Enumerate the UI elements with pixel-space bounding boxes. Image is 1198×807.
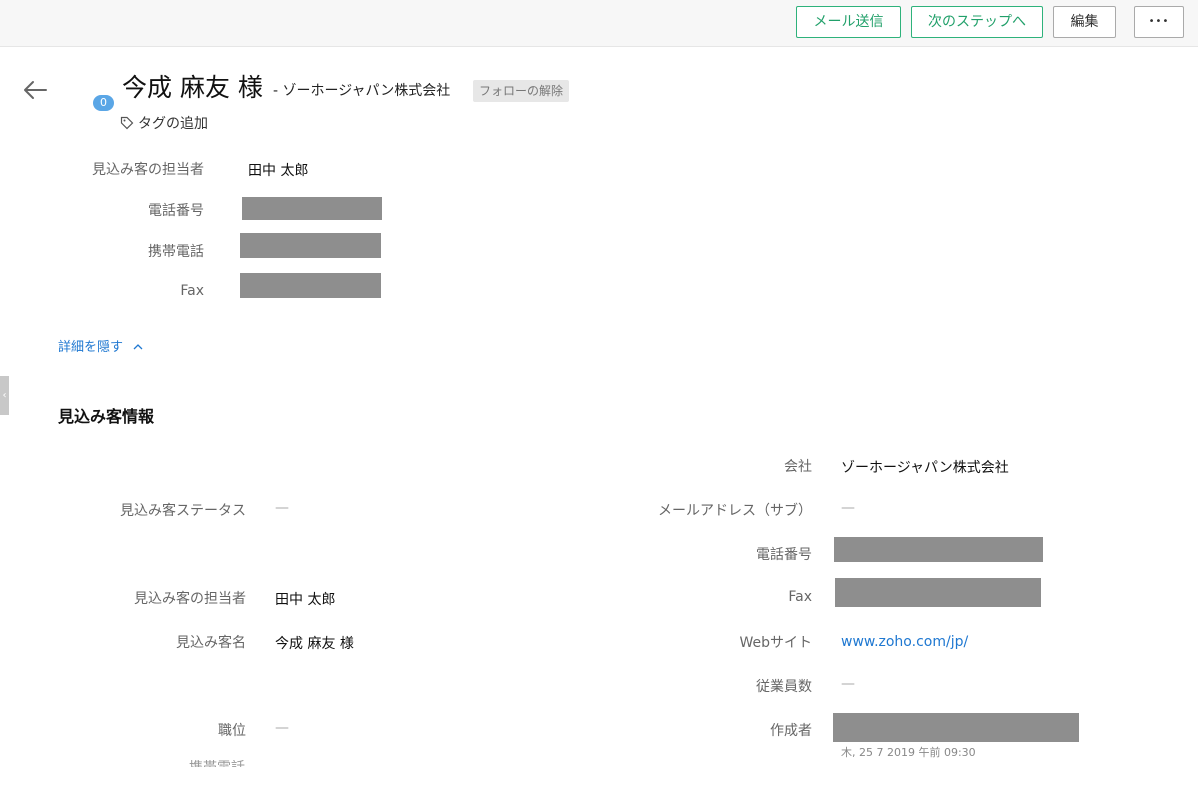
top-toolbar: メール送信 次のステップへ 編集 ••• bbox=[0, 0, 1198, 47]
mobile-label-cutoff: 携帯電話 bbox=[189, 760, 245, 767]
created-by-redacted bbox=[833, 713, 1079, 742]
website-label: Webサイト bbox=[739, 635, 812, 651]
activity-count-badge: 0 bbox=[93, 95, 114, 111]
employees-label: 従業員数 bbox=[756, 679, 812, 695]
secondary-email-value: — bbox=[841, 500, 855, 516]
fax-label: Fax bbox=[788, 589, 812, 605]
back-arrow-icon[interactable] bbox=[22, 78, 48, 102]
created-by-label: 作成者 bbox=[770, 723, 812, 739]
lead-company-subtitle: - ゾーホージャパン株式会社 bbox=[273, 83, 451, 99]
secondary-email-label: メールアドレス（サブ） bbox=[658, 503, 812, 519]
hide-details-link[interactable]: 詳細を隠す bbox=[58, 336, 143, 355]
summary-owner-value: 田中 太郎 bbox=[248, 163, 309, 179]
send-email-button[interactable]: メール送信 bbox=[796, 6, 901, 38]
lead-status-label: 見込み客ステータス bbox=[120, 503, 246, 519]
summary-phone-redacted bbox=[242, 197, 382, 220]
edit-button[interactable]: 編集 bbox=[1053, 6, 1116, 38]
summary-fax-redacted bbox=[240, 273, 381, 298]
job-title-value: — bbox=[275, 720, 289, 736]
hide-details-label: 詳細を隠す bbox=[58, 340, 124, 355]
summary-fax-label: Fax bbox=[180, 283, 204, 299]
job-title-label: 職位 bbox=[218, 723, 246, 739]
company-value: ゾーホージャパン株式会社 bbox=[841, 460, 1009, 476]
section-title-lead-info: 見込み客情報 bbox=[58, 407, 155, 426]
tag-icon bbox=[120, 116, 138, 132]
unfollow-button[interactable]: フォローの解除 bbox=[473, 80, 570, 102]
chevron-up-icon bbox=[123, 340, 143, 355]
lead-owner-label: 見込み客の担当者 bbox=[134, 591, 246, 607]
company-label: 会社 bbox=[784, 459, 812, 475]
summary-mobile-redacted bbox=[240, 233, 381, 258]
lead-name-label: 見込み客名 bbox=[176, 635, 246, 651]
summary-phone-label: 電話番号 bbox=[148, 203, 204, 219]
summary-owner-label: 見込み客の担当者 bbox=[92, 162, 204, 178]
employees-value: — bbox=[841, 676, 855, 692]
lead-name-title: 今成 麻友 様 bbox=[122, 73, 263, 102]
phone-redacted bbox=[834, 537, 1043, 562]
phone-label: 電話番号 bbox=[756, 547, 812, 563]
created-time: 木, 25 7 2019 午前 09:30 bbox=[841, 746, 976, 759]
website-link[interactable]: www.zoho.com/jp/ bbox=[841, 634, 968, 650]
next-step-button[interactable]: 次のステップへ bbox=[911, 6, 1043, 38]
add-tag-label: タグの追加 bbox=[138, 116, 208, 132]
lead-owner-value: 田中 太郎 bbox=[275, 592, 336, 608]
collapse-panel-handle[interactable]: ‹ bbox=[0, 376, 9, 415]
more-options-button[interactable]: ••• bbox=[1134, 6, 1184, 38]
lead-name-value: 今成 麻友 様 bbox=[275, 636, 354, 652]
summary-mobile-label: 携帯電話 bbox=[148, 244, 204, 260]
fax-redacted bbox=[835, 578, 1041, 607]
add-tag-link[interactable]: タグの追加 bbox=[120, 113, 208, 133]
lead-status-value: — bbox=[275, 500, 289, 516]
